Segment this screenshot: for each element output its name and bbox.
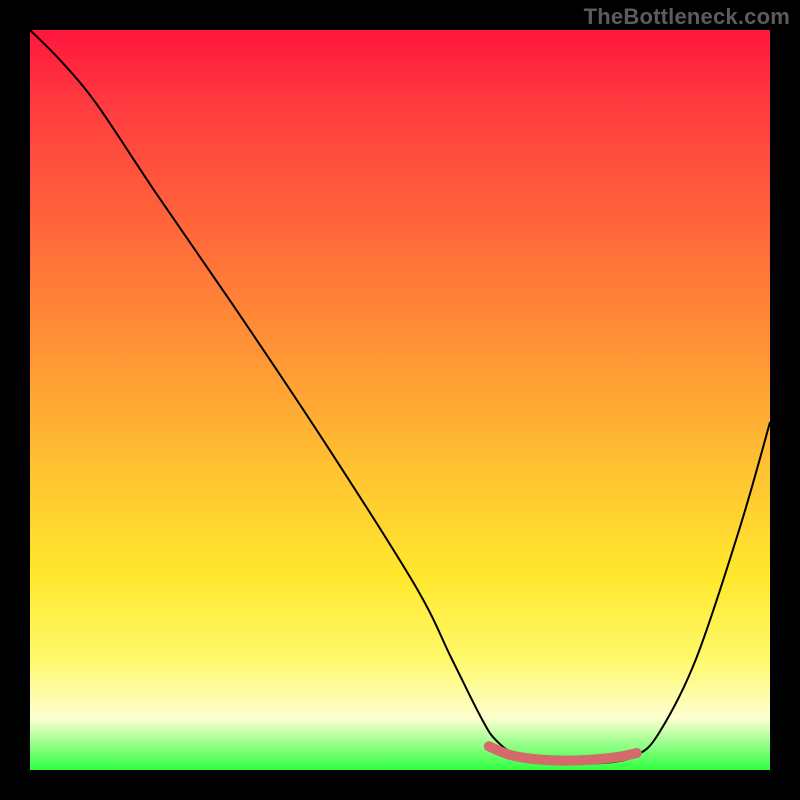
highlight-range <box>489 746 637 760</box>
curve-svg <box>30 30 770 770</box>
chart-frame: TheBottleneck.com <box>0 0 800 800</box>
watermark-text: TheBottleneck.com <box>584 4 790 30</box>
plot-area <box>30 30 770 770</box>
bottleneck-curve <box>30 30 770 764</box>
